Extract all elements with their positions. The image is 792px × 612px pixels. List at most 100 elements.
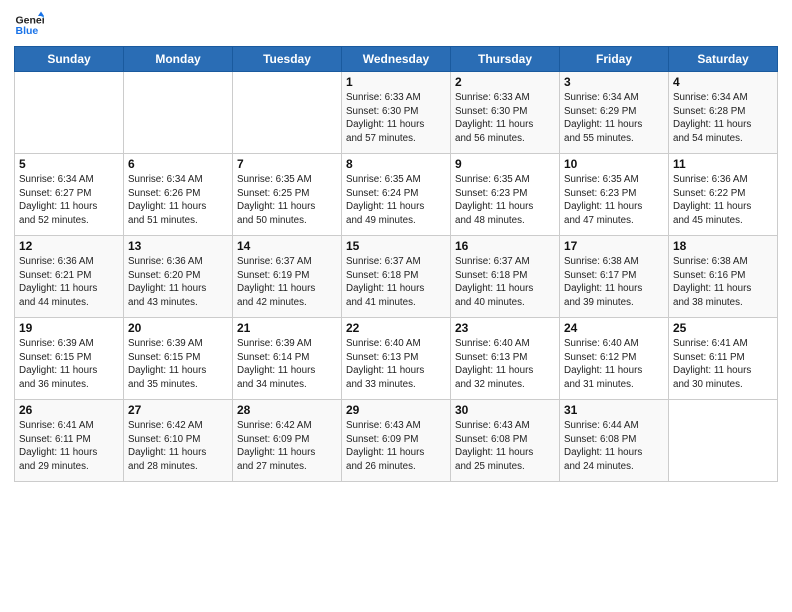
day-info: Sunrise: 6:35 AM Sunset: 6:24 PM Dayligh… — [346, 173, 446, 228]
calendar-cell: 18 Sunrise: 6:38 AM Sunset: 6:16 PM Dayli… — [669, 236, 778, 318]
day-info: Sunrise: 6:40 AM Sunset: 6:12 PM Dayligh… — [564, 337, 664, 392]
calendar-cell: 9 Sunrise: 6:35 AM Sunset: 6:23 PM Daylig… — [451, 154, 560, 236]
calendar-cell: 10 Sunrise: 6:35 AM Sunset: 6:23 PM Dayli… — [560, 154, 669, 236]
calendar-week-row: 1 Sunrise: 6:33 AM Sunset: 6:30 PM Daylig… — [15, 72, 778, 154]
calendar-cell: 30Sunrise: 6:43 AM Sunset: 6:08 PM Dayli… — [451, 400, 560, 482]
weekday-header: Thursday — [451, 47, 560, 72]
calendar-cell: 27 Sunrise: 6:42 AM Sunset: 6:10 PM Dayli… — [124, 400, 233, 482]
day-number: 10 — [564, 157, 664, 171]
calendar-cell: 4Sunrise: 6:34 AM Sunset: 6:28 PM Daylig… — [669, 72, 778, 154]
day-info: Sunrise: 6:38 AM Sunset: 6:16 PM Dayligh… — [673, 255, 773, 310]
calendar-cell: 21Sunrise: 6:39 AM Sunset: 6:14 PM Dayli… — [233, 318, 342, 400]
calendar-cell — [669, 400, 778, 482]
day-info: Sunrise: 6:35 AM Sunset: 6:25 PM Dayligh… — [237, 173, 337, 228]
calendar-header-row: SundayMondayTuesdayWednesdayThursdayFrid… — [15, 47, 778, 72]
calendar-cell — [233, 72, 342, 154]
day-info: Sunrise: 6:39 AM Sunset: 6:14 PM Dayligh… — [237, 337, 337, 392]
day-info: Sunrise: 6:34 AM Sunset: 6:26 PM Dayligh… — [128, 173, 228, 228]
weekday-header: Wednesday — [342, 47, 451, 72]
calendar-cell: 2Sunrise: 6:33 AM Sunset: 6:30 PM Daylig… — [451, 72, 560, 154]
day-info: Sunrise: 6:43 AM Sunset: 6:09 PM Dayligh… — [346, 419, 446, 474]
calendar-cell: 22 Sunrise: 6:40 AM Sunset: 6:13 PM Dayli… — [342, 318, 451, 400]
calendar-week-row: 19Sunrise: 6:39 AM Sunset: 6:15 PM Dayli… — [15, 318, 778, 400]
calendar-cell: 14 Sunrise: 6:37 AM Sunset: 6:19 PM Dayli… — [233, 236, 342, 318]
day-number: 24 — [564, 321, 664, 335]
calendar-cell: 3Sunrise: 6:34 AM Sunset: 6:29 PM Daylig… — [560, 72, 669, 154]
calendar-cell: 5 Sunrise: 6:34 AM Sunset: 6:27 PM Daylig… — [15, 154, 124, 236]
day-info: Sunrise: 6:42 AM Sunset: 6:09 PM Dayligh… — [237, 419, 337, 474]
calendar-cell: 8 Sunrise: 6:35 AM Sunset: 6:24 PM Daylig… — [342, 154, 451, 236]
day-number: 12 — [19, 239, 119, 253]
logo: General Blue — [14, 10, 44, 40]
day-number: 8 — [346, 157, 446, 171]
day-number: 13 — [128, 239, 228, 253]
calendar-cell — [124, 72, 233, 154]
calendar-cell: 24 Sunrise: 6:40 AM Sunset: 6:12 PM Dayli… — [560, 318, 669, 400]
calendar-week-row: 12 Sunrise: 6:36 AM Sunset: 6:21 PM Dayli… — [15, 236, 778, 318]
day-number: 30 — [455, 403, 555, 417]
calendar-cell: 20Sunrise: 6:39 AM Sunset: 6:15 PM Dayli… — [124, 318, 233, 400]
day-number: 7 — [237, 157, 337, 171]
day-info: Sunrise: 6:36 AM Sunset: 6:20 PM Dayligh… — [128, 255, 228, 310]
calendar-week-row: 26 Sunrise: 6:41 AM Sunset: 6:11 PM Dayli… — [15, 400, 778, 482]
day-number: 18 — [673, 239, 773, 253]
day-number: 15 — [346, 239, 446, 253]
day-number: 11 — [673, 157, 773, 171]
calendar-cell: 16 Sunrise: 6:37 AM Sunset: 6:18 PM Dayli… — [451, 236, 560, 318]
calendar-cell: 28Sunrise: 6:42 AM Sunset: 6:09 PM Dayli… — [233, 400, 342, 482]
calendar-cell: 11 Sunrise: 6:36 AM Sunset: 6:22 PM Dayli… — [669, 154, 778, 236]
day-info: Sunrise: 6:37 AM Sunset: 6:19 PM Dayligh… — [237, 255, 337, 310]
day-info: Sunrise: 6:35 AM Sunset: 6:23 PM Dayligh… — [455, 173, 555, 228]
day-number: 1 — [346, 75, 446, 89]
day-number: 20 — [128, 321, 228, 335]
day-number: 17 — [564, 239, 664, 253]
weekday-header: Saturday — [669, 47, 778, 72]
calendar-cell — [15, 72, 124, 154]
day-info: Sunrise: 6:41 AM Sunset: 6:11 PM Dayligh… — [673, 337, 773, 392]
calendar-cell: 25 Sunrise: 6:41 AM Sunset: 6:11 PM Dayli… — [669, 318, 778, 400]
day-info: Sunrise: 6:40 AM Sunset: 6:13 PM Dayligh… — [455, 337, 555, 392]
day-info: Sunrise: 6:37 AM Sunset: 6:18 PM Dayligh… — [455, 255, 555, 310]
calendar-table: SundayMondayTuesdayWednesdayThursdayFrid… — [14, 46, 778, 482]
calendar-cell: 19Sunrise: 6:39 AM Sunset: 6:15 PM Dayli… — [15, 318, 124, 400]
day-info: Sunrise: 6:35 AM Sunset: 6:23 PM Dayligh… — [564, 173, 664, 228]
weekday-header: Friday — [560, 47, 669, 72]
day-info: Sunrise: 6:38 AM Sunset: 6:17 PM Dayligh… — [564, 255, 664, 310]
day-info: Sunrise: 6:36 AM Sunset: 6:22 PM Dayligh… — [673, 173, 773, 228]
day-number: 23 — [455, 321, 555, 335]
day-number: 26 — [19, 403, 119, 417]
calendar-cell: 17 Sunrise: 6:38 AM Sunset: 6:17 PM Dayli… — [560, 236, 669, 318]
day-info: Sunrise: 6:36 AM Sunset: 6:21 PM Dayligh… — [19, 255, 119, 310]
day-number: 22 — [346, 321, 446, 335]
day-info: Sunrise: 6:33 AM Sunset: 6:30 PM Dayligh… — [346, 91, 446, 146]
weekday-header: Monday — [124, 47, 233, 72]
day-info: Sunrise: 6:33 AM Sunset: 6:30 PM Dayligh… — [455, 91, 555, 146]
calendar-cell: 26 Sunrise: 6:41 AM Sunset: 6:11 PM Dayli… — [15, 400, 124, 482]
day-number: 16 — [455, 239, 555, 253]
day-info: Sunrise: 6:42 AM Sunset: 6:10 PM Dayligh… — [128, 419, 228, 474]
day-number: 5 — [19, 157, 119, 171]
day-number: 27 — [128, 403, 228, 417]
day-info: Sunrise: 6:34 AM Sunset: 6:28 PM Dayligh… — [673, 91, 773, 146]
day-info: Sunrise: 6:41 AM Sunset: 6:11 PM Dayligh… — [19, 419, 119, 474]
day-number: 9 — [455, 157, 555, 171]
day-number: 31 — [564, 403, 664, 417]
calendar-week-row: 5 Sunrise: 6:34 AM Sunset: 6:27 PM Daylig… — [15, 154, 778, 236]
day-info: Sunrise: 6:39 AM Sunset: 6:15 PM Dayligh… — [19, 337, 119, 392]
calendar-cell: 6 Sunrise: 6:34 AM Sunset: 6:26 PM Daylig… — [124, 154, 233, 236]
weekday-header: Tuesday — [233, 47, 342, 72]
day-number: 3 — [564, 75, 664, 89]
calendar-cell: 7 Sunrise: 6:35 AM Sunset: 6:25 PM Daylig… — [233, 154, 342, 236]
day-info: Sunrise: 6:34 AM Sunset: 6:27 PM Dayligh… — [19, 173, 119, 228]
page-header: General Blue — [14, 10, 778, 40]
day-number: 29 — [346, 403, 446, 417]
day-number: 6 — [128, 157, 228, 171]
calendar-cell: 31Sunrise: 6:44 AM Sunset: 6:08 PM Dayli… — [560, 400, 669, 482]
day-number: 25 — [673, 321, 773, 335]
calendar-cell: 13 Sunrise: 6:36 AM Sunset: 6:20 PM Dayli… — [124, 236, 233, 318]
svg-text:Blue: Blue — [16, 25, 39, 37]
weekday-header: Sunday — [15, 47, 124, 72]
day-number: 14 — [237, 239, 337, 253]
day-info: Sunrise: 6:40 AM Sunset: 6:13 PM Dayligh… — [346, 337, 446, 392]
logo-icon: General Blue — [14, 10, 44, 40]
